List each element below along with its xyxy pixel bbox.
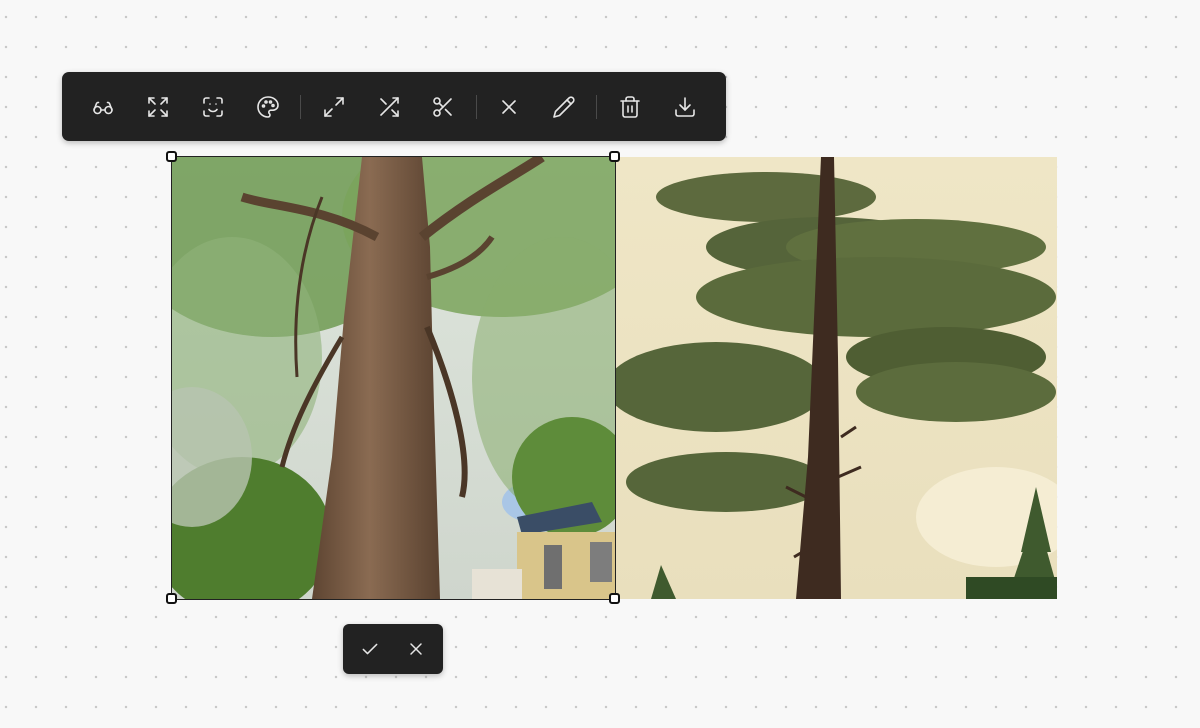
pine-tree-image xyxy=(616,157,1057,599)
close-icon xyxy=(410,643,423,655)
confirm-button[interactable] xyxy=(350,631,390,667)
cut-button[interactable] xyxy=(420,85,467,129)
generated-image-deciduous-tree[interactable] xyxy=(172,157,615,599)
shuffle-icon xyxy=(379,96,399,117)
maximize-icon xyxy=(323,96,344,117)
resize-handle-top-right[interactable] xyxy=(609,151,620,162)
download-icon xyxy=(674,96,695,117)
toolbar-divider xyxy=(300,94,302,119)
view-button[interactable] xyxy=(80,85,127,129)
close-icon xyxy=(502,99,516,114)
remove-button[interactable] xyxy=(486,85,533,129)
confirm-bar xyxy=(343,624,443,674)
trash-icon xyxy=(619,95,640,118)
resize-handle-bottom-right[interactable] xyxy=(609,593,620,604)
generated-image-pine-tree[interactable] xyxy=(616,157,1057,599)
cancel-button[interactable] xyxy=(396,631,436,667)
face-scan-icon xyxy=(203,96,223,117)
resize-handle-top-left[interactable] xyxy=(166,151,177,162)
glasses-icon xyxy=(93,101,114,114)
expand-icon xyxy=(148,96,169,117)
toolbar-divider xyxy=(596,94,598,119)
toolbar-divider xyxy=(475,94,477,119)
scissors-icon xyxy=(433,96,453,117)
fit-button[interactable] xyxy=(135,85,182,129)
variation-button[interactable] xyxy=(365,85,412,129)
delete-button[interactable] xyxy=(606,85,653,129)
style-button[interactable] xyxy=(244,85,291,129)
upscale-button[interactable] xyxy=(310,85,357,129)
palette-icon xyxy=(257,95,279,118)
resize-handle-bottom-left[interactable] xyxy=(166,593,177,604)
image-toolbar xyxy=(62,72,726,141)
download-button[interactable] xyxy=(661,85,708,129)
check-icon xyxy=(362,643,378,655)
face-detect-button[interactable] xyxy=(190,85,237,129)
edit-button[interactable] xyxy=(541,85,588,129)
deciduous-tree-image xyxy=(172,157,615,599)
pencil-icon xyxy=(553,95,575,118)
